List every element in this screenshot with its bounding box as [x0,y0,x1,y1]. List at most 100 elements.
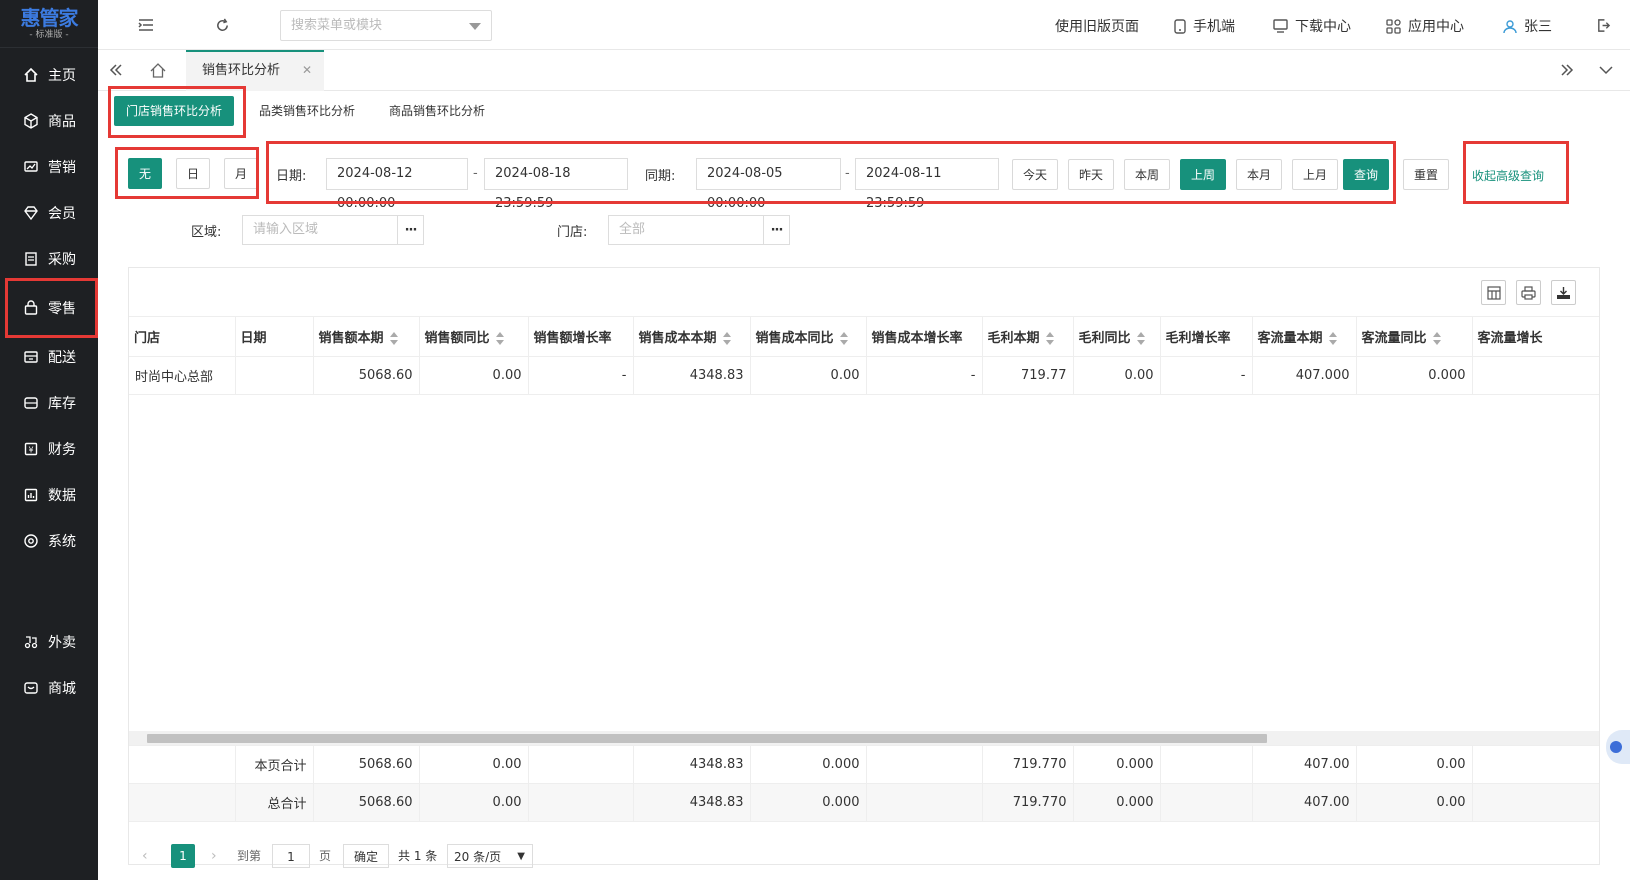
column-header[interactable]: 销售成本同比 [750,316,867,357]
table-cell: 407.000 [1252,356,1357,395]
store-more-button[interactable]: ··· [764,215,790,245]
sort-icon [1045,332,1055,345]
table-cell [528,783,634,822]
column-header[interactable]: 销售成本本期 [633,316,751,357]
sidebar-item-home[interactable]: 主页 [0,53,98,97]
column-header[interactable]: 毛利本期 [982,316,1074,357]
date-end-field[interactable]: 2024-08-18 23:59:59 [484,158,628,211]
sidebar-item-inventory[interactable]: 库存 [0,381,98,425]
sidebar: 惠管家 - 标准版 - 主页 商品 营销 会员 采购 零售 配送 库存 ¥ 财务… [0,0,98,880]
old-version-link[interactable]: 使用旧版页面 [1055,16,1139,36]
column-header[interactable]: 门店 [129,316,236,357]
table-row[interactable]: 时尚中心总部 5068.60 0.00 - 4348.83 0.00 - 719… [129,356,1599,395]
sort-icon [1432,332,1442,345]
inventory-icon [22,394,40,412]
mode-month-button[interactable]: 月 [224,158,258,189]
compare-end-field[interactable]: 2024-08-11 23:59:59 [855,158,999,211]
scrollbar-thumb[interactable] [147,734,1267,743]
sidebar-item-finance[interactable]: ¥ 财务 [0,427,98,471]
columns-icon[interactable] [1481,280,1506,305]
table-cell: 4348.83 [633,783,751,822]
goto-confirm-button[interactable]: 确定 [343,844,389,868]
menu-toggle-icon[interactable] [136,15,156,35]
sidebar-item-mall[interactable]: 商城 [0,666,98,710]
column-header[interactable]: 毛利同比 [1073,316,1161,357]
collapse-advanced-link[interactable]: 收起高级查询 [1472,167,1544,184]
subtab-product-mom[interactable]: 商品销售环比分析 [389,96,485,126]
column-header[interactable]: 毛利增长率 [1160,316,1253,357]
total-count: 共 1 条 [398,849,438,863]
quick-this-week-button[interactable]: 本周 [1124,159,1170,190]
compare-start-field[interactable]: 2024-08-05 00:00:00 [696,158,841,211]
sidebar-item-takeout[interactable]: 外卖 [0,620,98,664]
tab-sales-mom-analysis[interactable]: 销售环比分析 ✕ [186,50,324,91]
region-input[interactable]: 请输入区域 [242,215,398,245]
home-icon [22,66,40,84]
mobile-icon [1174,18,1186,34]
column-header[interactable]: 销售额增长率 [528,316,634,357]
sidebar-item-delivery[interactable]: 配送 [0,335,98,379]
home-tab-icon[interactable] [148,60,168,80]
quick-this-month-button[interactable]: 本月 [1236,159,1282,190]
chevron-double-left-icon[interactable] [106,60,126,80]
query-button[interactable]: 查询 [1343,159,1389,190]
column-header[interactable]: 销售额本期 [313,316,420,357]
column-header[interactable]: 销售成本增长率 [866,316,983,357]
table-cell: 0.000 [1073,783,1161,822]
sidebar-item-label: 营销 [48,160,76,176]
sidebar-item-marketing[interactable]: 营销 [0,145,98,189]
sidebar-item-goods[interactable]: 商品 [0,99,98,143]
menu-search-input[interactable]: 搜索菜单或模块 [280,10,492,41]
app-center-link[interactable]: 应用中心 [1386,16,1464,36]
quick-last-month-button[interactable]: 上月 [1292,159,1338,190]
date-start-field[interactable]: 2024-08-12 00:00:00 [326,158,468,211]
refresh-icon[interactable] [212,15,232,35]
member-icon [22,204,40,222]
sidebar-item-purchase[interactable]: 采购 [0,237,98,281]
tab-label: 销售环比分析 [202,63,281,78]
subtab-store-mom[interactable]: 门店销售环比分析 [114,96,234,126]
sidebar-item-system[interactable]: 系统 [0,519,98,563]
user-menu[interactable]: 张三 [1503,16,1552,36]
page-size-select[interactable]: 20 条/页 ▼ [447,844,533,868]
data-grid: 门店 日期 销售额本期 销售额同比 销售额增长率 销售成本本期 销售成本同比 销… [128,267,1600,865]
table-cell: 4348.83 [633,356,751,395]
horizontal-scrollbar[interactable] [129,731,1599,745]
reset-button[interactable]: 重置 [1403,159,1449,190]
sidebar-item-member[interactable]: 会员 [0,191,98,235]
table-cell [1160,745,1253,784]
column-header[interactable]: 销售额同比 [419,316,529,357]
goto-page-input[interactable]: 1 [272,844,310,868]
download-center-link[interactable]: 下载中心 [1273,16,1351,36]
quick-last-week-button[interactable]: 上周 [1180,159,1226,190]
sort-icon [495,332,505,345]
sidebar-item-data[interactable]: 数据 [0,473,98,517]
print-icon[interactable] [1516,280,1541,305]
subtab-category-mom[interactable]: 品类销售环比分析 [259,96,355,126]
mobile-link[interactable]: 手机端 [1174,16,1235,36]
logout-icon[interactable] [1593,15,1613,35]
mode-day-button[interactable]: 日 [176,158,210,189]
user-icon [1503,19,1517,34]
column-header[interactable]: 客流量同比 [1356,316,1473,357]
region-more-button[interactable]: ··· [398,215,424,245]
column-header[interactable]: 客流量本期 [1252,316,1357,357]
chevron-down-icon[interactable] [1596,60,1616,80]
export-icon[interactable] [1551,280,1576,305]
store-label: 门店: [557,225,588,240]
page-number-current[interactable]: 1 [171,844,195,868]
quick-today-button[interactable]: 今天 [1012,159,1058,190]
mode-none-button[interactable]: 无 [128,158,162,189]
quick-yesterday-button[interactable]: 昨天 [1068,159,1114,190]
column-header[interactable]: 客流量增长 [1472,316,1599,357]
goto-label: 到第 [237,849,262,863]
prev-page-icon[interactable]: ‹ [142,844,148,868]
store-select-input[interactable]: 全部 [608,215,764,245]
table-cell: 0.00 [419,356,529,395]
sidebar-item-retail[interactable]: 零售 [5,278,98,338]
next-page-icon[interactable]: › [211,844,217,868]
assistant-float-button[interactable] [1606,730,1630,764]
column-header[interactable]: 日期 [235,316,314,357]
chevron-double-right-icon[interactable] [1557,60,1577,80]
close-icon[interactable]: ✕ [302,52,312,89]
